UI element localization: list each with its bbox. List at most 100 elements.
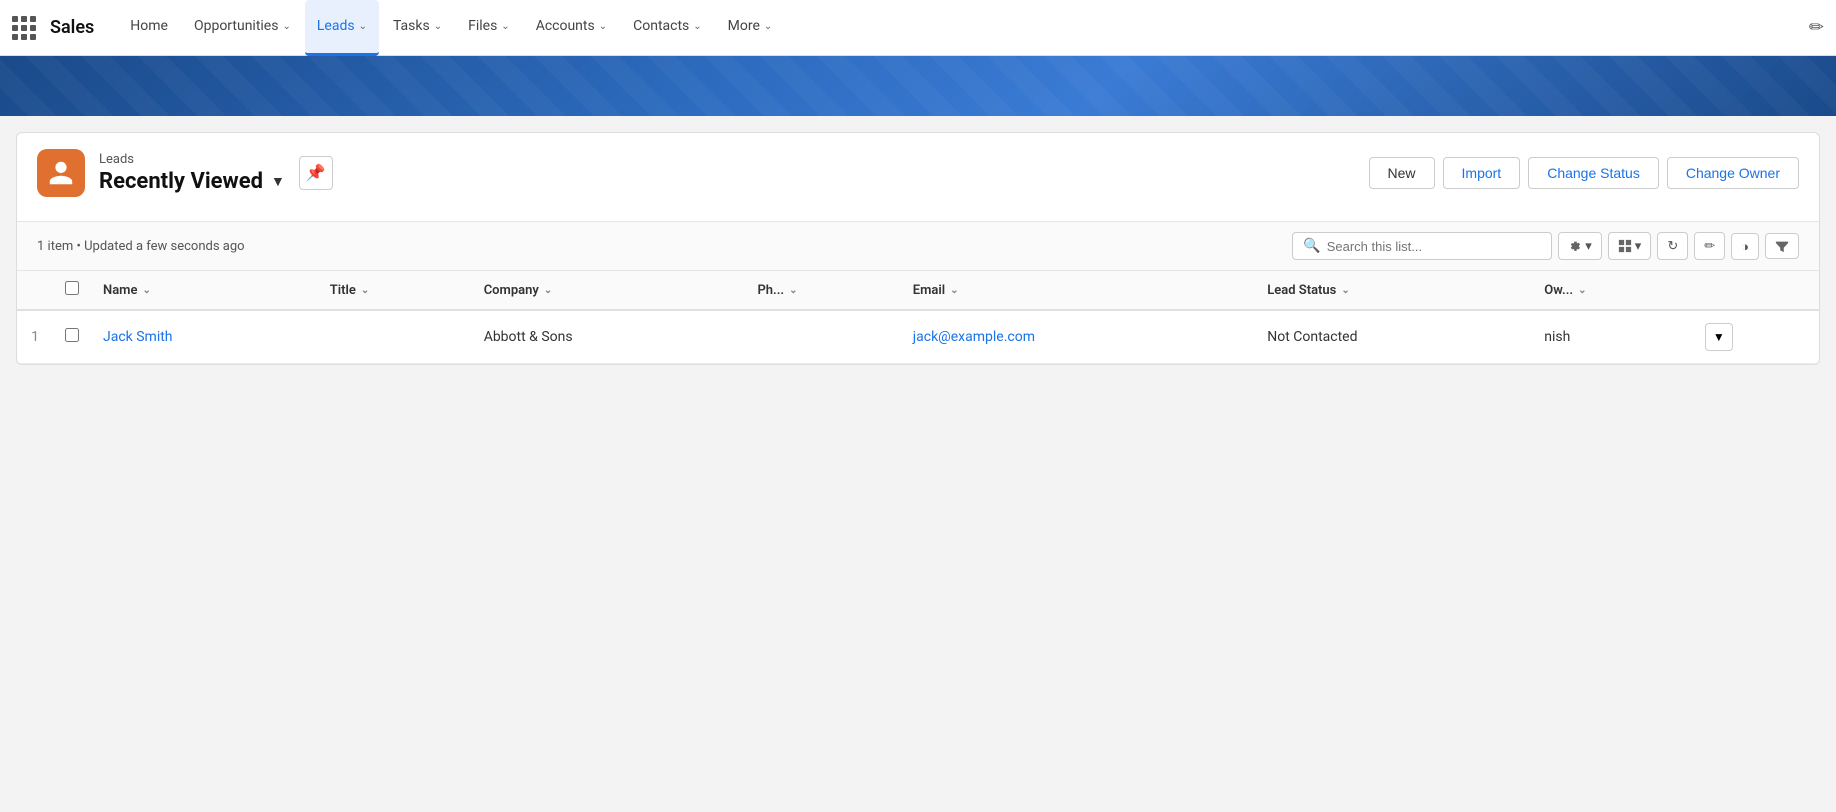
nav-chevron-files: ⌄ bbox=[501, 21, 509, 32]
title-text-group: Leads Recently Viewed ▼ bbox=[99, 152, 285, 194]
content-card: Leads Recently Viewed ▼ 📌 NewImportChang… bbox=[16, 132, 1820, 365]
table-row: 1 Jack Smith Abbott & Sons jack@example.… bbox=[17, 310, 1819, 364]
page-title-label: Leads bbox=[99, 152, 285, 167]
nav-label-opportunities: Opportunities bbox=[194, 18, 279, 34]
sort-icon-title[interactable]: ⌄ bbox=[361, 285, 369, 296]
new-button[interactable]: New bbox=[1369, 157, 1435, 189]
cell-name: Jack Smith bbox=[91, 310, 318, 364]
app-grid-icon[interactable] bbox=[12, 16, 36, 40]
nav-item-tasks[interactable]: Tasks⌄ bbox=[381, 0, 454, 56]
filter-button[interactable] bbox=[1765, 233, 1799, 259]
cell-title bbox=[318, 310, 472, 364]
card-subheader: 1 item • Updated a few seconds ago 🔍 ▾ ▾… bbox=[17, 222, 1819, 271]
table-header-row: Name⌄Title⌄Company⌄Ph...⌄Email⌄Lead Stat… bbox=[17, 271, 1819, 310]
lead-email-link[interactable]: jack@example.com bbox=[913, 329, 1035, 345]
col-header-phone: Ph... ⌄ bbox=[745, 271, 900, 310]
refresh-button[interactable]: ↻ bbox=[1657, 232, 1688, 260]
action-buttons: NewImportChange StatusChange Owner bbox=[1369, 157, 1800, 189]
col-label-email: Email bbox=[913, 283, 945, 298]
nav-item-contacts[interactable]: Contacts ⌄ bbox=[621, 0, 714, 56]
nav-items: HomeOpportunities⌄Leads⌄Tasks⌄Files⌄Acco… bbox=[118, 0, 1809, 56]
card-header-top: Leads Recently Viewed ▼ 📌 NewImportChang… bbox=[37, 149, 1799, 197]
card-header: Leads Recently Viewed ▼ 📌 NewImportChang… bbox=[17, 133, 1819, 222]
tools-section: 🔍 ▾ ▾ ↻ ✏ ◑ bbox=[1292, 232, 1799, 260]
filter-icon bbox=[1775, 239, 1789, 253]
table-body: 1 Jack Smith Abbott & Sons jack@example.… bbox=[17, 310, 1819, 364]
sort-icon-phone[interactable]: ⌄ bbox=[789, 285, 797, 296]
title-dropdown-icon[interactable]: ▼ bbox=[271, 173, 285, 190]
nav-label-tasks: Tasks bbox=[393, 18, 430, 34]
col-header-name: Name ⌄ bbox=[91, 271, 318, 310]
col-header-lead_status: Lead Status ⌄ bbox=[1255, 271, 1532, 310]
nav-label-more: More bbox=[728, 18, 760, 34]
nav-label-leads: Leads bbox=[317, 18, 355, 34]
col-checkbox bbox=[53, 271, 91, 310]
nav-chevron-leads: ⌄ bbox=[359, 21, 367, 32]
col-header-owner: Ow... ⌄ bbox=[1532, 271, 1693, 310]
search-icon: 🔍 bbox=[1303, 238, 1320, 254]
col-header-company: Company ⌄ bbox=[472, 271, 746, 310]
row-checkbox[interactable] bbox=[65, 328, 79, 342]
nav-chevron-contacts: ⌄ bbox=[693, 21, 701, 32]
row-checkbox-cell bbox=[53, 310, 91, 364]
gear-icon bbox=[1568, 239, 1582, 253]
settings-button[interactable]: ▾ bbox=[1558, 232, 1602, 260]
col-label-lead_status: Lead Status bbox=[1267, 283, 1336, 298]
nav-item-home[interactable]: Home bbox=[118, 0, 180, 56]
card-title-section: Leads Recently Viewed ▼ 📌 bbox=[37, 149, 333, 197]
top-navigation: Sales HomeOpportunities⌄Leads⌄Tasks⌄File… bbox=[0, 0, 1836, 56]
chart-button[interactable]: ◑ bbox=[1731, 233, 1759, 260]
import-button[interactable]: Import bbox=[1443, 157, 1521, 189]
hero-banner bbox=[0, 56, 1836, 116]
cell-email: jack@example.com bbox=[901, 310, 1255, 364]
col-label-company: Company bbox=[484, 283, 539, 298]
col-label-title: Title bbox=[330, 283, 356, 298]
col-header-actions bbox=[1693, 271, 1819, 310]
col-label-owner: Ow... bbox=[1544, 283, 1573, 298]
cell-company: Abbott & Sons bbox=[472, 310, 746, 364]
col-label-phone: Ph... bbox=[757, 283, 784, 298]
row-action-button[interactable]: ▼ bbox=[1705, 323, 1733, 351]
sort-icon-company[interactable]: ⌄ bbox=[544, 285, 552, 296]
edit-icon[interactable]: ✏ bbox=[1809, 17, 1824, 38]
col-row-num bbox=[17, 271, 53, 310]
leads-table: Name⌄Title⌄Company⌄Ph...⌄Email⌄Lead Stat… bbox=[17, 271, 1819, 364]
sort-icon-owner[interactable]: ⌄ bbox=[1578, 285, 1586, 296]
row-number: 1 bbox=[17, 310, 53, 364]
cell-phone bbox=[745, 310, 900, 364]
sort-icon-name[interactable]: ⌄ bbox=[142, 285, 150, 296]
nav-label-contacts: Contacts bbox=[633, 18, 689, 34]
nav-chevron-more: ⌄ bbox=[764, 21, 772, 32]
title-main: Recently Viewed ▼ bbox=[99, 169, 285, 194]
search-input[interactable] bbox=[1327, 239, 1542, 254]
change-status-button[interactable]: Change Status bbox=[1528, 157, 1659, 189]
leads-icon bbox=[37, 149, 85, 197]
nav-chevron-opportunities: ⌄ bbox=[282, 21, 290, 32]
column-layout-button[interactable]: ▾ bbox=[1608, 232, 1652, 260]
cell-owner: nish bbox=[1532, 310, 1693, 364]
nav-item-more[interactable]: More ⌄ bbox=[716, 0, 785, 56]
app-brand: Sales bbox=[50, 17, 94, 38]
cell-row-action: ▼ bbox=[1693, 310, 1819, 364]
search-box: 🔍 bbox=[1292, 232, 1552, 260]
nav-item-accounts[interactable]: Accounts⌄ bbox=[524, 0, 619, 56]
list-title: Recently Viewed bbox=[99, 169, 263, 194]
nav-item-opportunities[interactable]: Opportunities⌄ bbox=[182, 0, 303, 56]
pin-button[interactable]: 📌 bbox=[299, 156, 333, 190]
item-count: 1 item • Updated a few seconds ago bbox=[37, 239, 245, 254]
sort-icon-lead_status[interactable]: ⌄ bbox=[1341, 285, 1349, 296]
edit-list-button[interactable]: ✏ bbox=[1694, 232, 1725, 260]
col-header-title: Title ⌄ bbox=[318, 271, 472, 310]
cell-lead-status: Not Contacted bbox=[1255, 310, 1532, 364]
nav-item-leads[interactable]: Leads ⌄ bbox=[305, 0, 379, 56]
nav-item-files[interactable]: Files⌄ bbox=[456, 0, 522, 56]
change-owner-button[interactable]: Change Owner bbox=[1667, 157, 1799, 189]
lead-name-link[interactable]: Jack Smith bbox=[103, 329, 173, 345]
table-icon bbox=[1618, 239, 1632, 253]
main-content: Leads Recently Viewed ▼ 📌 NewImportChang… bbox=[0, 116, 1836, 812]
col-header-email: Email ⌄ bbox=[901, 271, 1255, 310]
nav-chevron-accounts: ⌄ bbox=[599, 21, 607, 32]
sort-icon-email[interactable]: ⌄ bbox=[950, 285, 958, 296]
select-all-checkbox[interactable] bbox=[65, 281, 79, 295]
col-label-name: Name bbox=[103, 283, 137, 298]
